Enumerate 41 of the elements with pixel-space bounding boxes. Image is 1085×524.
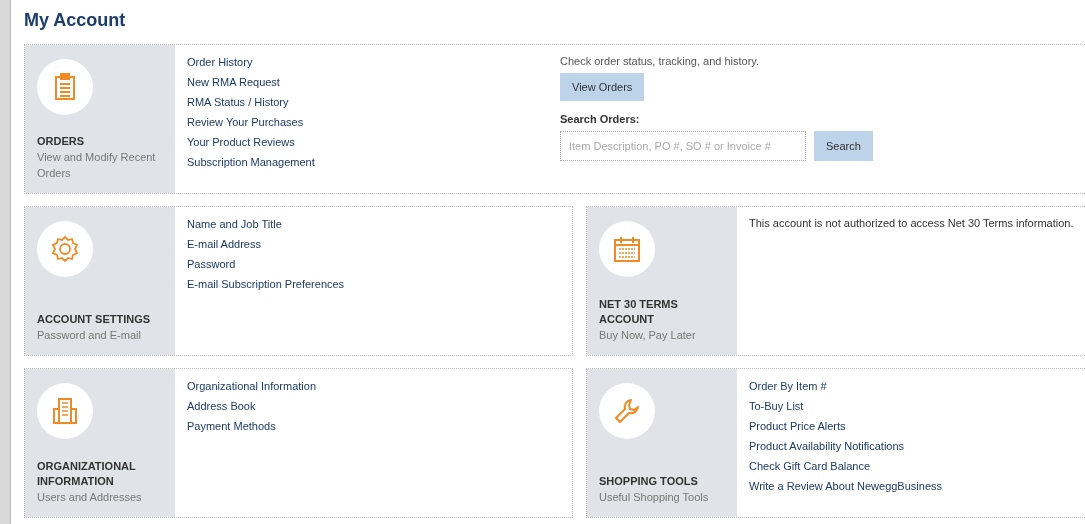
info-message: This account is not authorized to access Net 30 Terms information. (749, 217, 1074, 231)
account-link[interactable]: RMA Status / History (187, 95, 560, 109)
account-link[interactable]: Review Your Purchases (187, 115, 560, 129)
account-link[interactable]: Password (187, 257, 560, 271)
account-link[interactable]: Your Product Reviews (187, 135, 560, 149)
account-link[interactable]: Order By Item # (749, 379, 1085, 393)
card-title: ORDERS (37, 134, 86, 149)
account-link[interactable]: E-mail Address (187, 237, 560, 251)
card-title: NET 30 TERMS ACCOUNT (599, 297, 679, 327)
clipboard-icon (54, 73, 76, 101)
account-link[interactable]: Product Price Alerts (749, 419, 1085, 433)
account-link[interactable]: E-mail Subscription Preferences (187, 277, 560, 291)
account-link[interactable]: Order History (187, 55, 560, 69)
account-link[interactable]: Organizational Information (187, 379, 560, 393)
building-icon (52, 397, 78, 425)
calendar-icon (613, 235, 641, 263)
card-subtitle: Password and E-mail (37, 328, 142, 343)
account-link[interactable]: New RMA Request (187, 75, 560, 89)
account-link[interactable]: Subscription Management (187, 155, 560, 169)
view-orders-button[interactable]: View Orders (560, 73, 645, 101)
wrench-icon (613, 397, 641, 425)
search-button[interactable]: Search (814, 131, 873, 161)
account-link[interactable]: Payment Methods (187, 419, 560, 433)
gear-icon (51, 235, 79, 263)
card-subtitle: View and Modify Recent Orders (37, 150, 157, 181)
search-field[interactable]: Item Description, PO #, SO # or Invoice # (560, 131, 806, 161)
card-subtitle: Users and Addresses (37, 490, 143, 505)
card-title: ORGANIZATIONAL INFORMATION (37, 459, 137, 489)
account-link[interactable]: Address Book (187, 399, 560, 413)
card-title: ACCOUNT SETTINGS (37, 312, 152, 327)
account-link[interactable]: Name and Job Title (187, 217, 560, 231)
card-subtitle: Useful Shopping Tools (599, 490, 710, 505)
account-link[interactable]: To-Buy List (749, 399, 1085, 413)
card-subtitle: Buy Now, Pay Later (599, 328, 697, 343)
search-label: Search Orders: (560, 113, 640, 125)
info-text: Check order status, tracking, and history. (560, 55, 760, 67)
account-link[interactable]: Product Availability Notifications (749, 439, 1085, 453)
card-title: SHOPPING TOOLS (599, 474, 699, 489)
page-title: My Account (24, 10, 127, 31)
account-link[interactable]: Check Gift Card Balance (749, 459, 1085, 473)
account-link[interactable]: Write a Review About NeweggBusiness (749, 479, 1085, 493)
